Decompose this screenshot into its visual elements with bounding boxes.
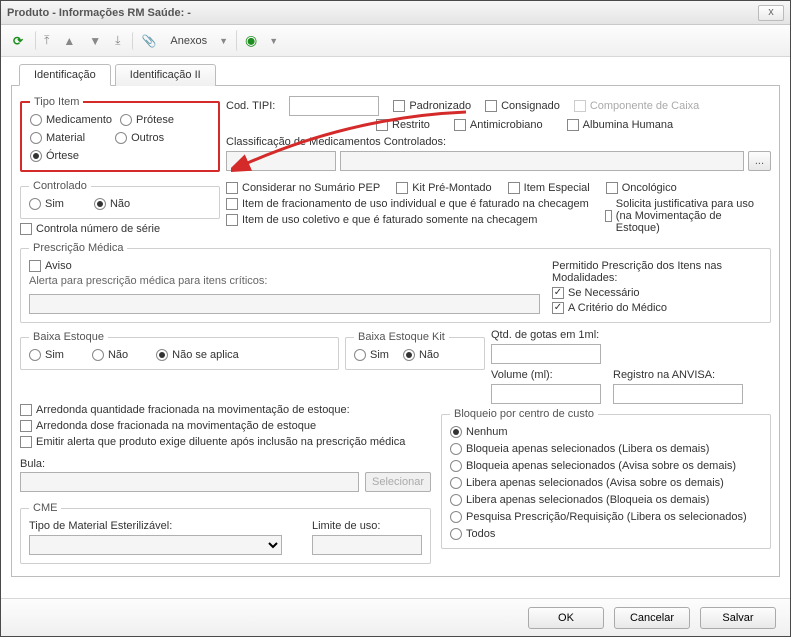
processes-dropdown-icon[interactable]: ▼ bbox=[269, 36, 278, 46]
check-aviso[interactable]: Aviso bbox=[29, 260, 540, 272]
input-gotas[interactable] bbox=[491, 344, 601, 364]
radio-baixa-sim[interactable]: Sim bbox=[29, 349, 64, 361]
check-kit-premontado[interactable]: Kit Pré-Montado bbox=[396, 182, 491, 194]
input-class-med-code[interactable] bbox=[226, 151, 336, 171]
check-coletivo[interactable]: Item de uso coletivo e que é faturado so… bbox=[226, 214, 589, 226]
label-permitido-modalidades: Permitido Prescrição dos Itens nas Modal… bbox=[552, 260, 762, 284]
window: Produto - Informações RM Saúde: - x ⟳ ⤒ … bbox=[0, 0, 791, 637]
legend-controlado: Controlado bbox=[29, 180, 91, 192]
radio-controlado-sim[interactable]: Sim bbox=[29, 198, 64, 210]
check-criterio-medico[interactable]: A Critério do Médico bbox=[552, 302, 762, 314]
input-limite-uso[interactable] bbox=[312, 535, 422, 555]
go-down-icon[interactable]: ▼ bbox=[85, 32, 105, 50]
label-alerta-criticos: Alerta para prescrição médica para itens… bbox=[29, 275, 540, 287]
label-class-med: Classificação de Medicamentos Controlado… bbox=[226, 136, 771, 148]
check-solicita-justificativa[interactable]: Solicita justificativa para uso (na Movi… bbox=[605, 198, 765, 234]
go-last-icon[interactable]: ⤓ bbox=[111, 31, 124, 50]
processes-icon[interactable]: ◉ bbox=[236, 30, 261, 51]
check-arredonda-qtd[interactable]: Arredonda quantidade fracionada na movim… bbox=[20, 404, 431, 416]
input-bula[interactable] bbox=[20, 472, 359, 492]
check-arredonda-dose[interactable]: Arredonda dose fracionada na movimentaçã… bbox=[20, 420, 431, 432]
group-controlado: Controlado Sim Não bbox=[20, 180, 220, 219]
legend-baixa-kit: Baixa Estoque Kit bbox=[354, 331, 449, 343]
radio-bloqueio-b3[interactable]: Libera apenas selecionados (Avisa sobre … bbox=[450, 477, 762, 489]
check-padronizado[interactable]: Padronizado bbox=[393, 100, 471, 112]
tabs: Identificação Identificação II bbox=[11, 63, 780, 86]
radio-bloqueio-b2[interactable]: Bloqueia apenas selecionados (Avisa sobr… bbox=[450, 460, 762, 472]
radio-controlado-nao[interactable]: Não bbox=[94, 198, 130, 210]
check-oncologico[interactable]: Oncológico bbox=[606, 182, 677, 194]
radio-medicamento[interactable]: Medicamento bbox=[30, 114, 112, 126]
cancelar-button[interactable]: Cancelar bbox=[614, 607, 690, 629]
close-icon[interactable]: x bbox=[758, 5, 784, 21]
radio-bloqueio-b1[interactable]: Bloqueia apenas selecionados (Libera os … bbox=[450, 443, 762, 455]
legend-tipo-item: Tipo Item bbox=[30, 96, 83, 108]
radio-baixa-kit-sim[interactable]: Sim bbox=[354, 349, 389, 361]
group-prescricao: Prescrição Médica Aviso Alerta para pres… bbox=[20, 242, 771, 323]
footer: OK Cancelar Salvar bbox=[1, 598, 790, 636]
tab-identificacao2[interactable]: Identificação II bbox=[115, 64, 216, 86]
label-cod-tipi: Cod. TIPI: bbox=[226, 100, 275, 112]
check-consignado[interactable]: Consignado bbox=[485, 100, 560, 112]
go-up-icon[interactable]: ▲ bbox=[59, 32, 79, 50]
check-componente-caixa: Componente de Caixa bbox=[574, 100, 699, 112]
input-alerta-criticos[interactable] bbox=[29, 294, 540, 314]
input-anvisa[interactable] bbox=[613, 384, 743, 404]
radio-protese[interactable]: Prótese bbox=[120, 114, 174, 126]
input-class-med-desc[interactable] bbox=[340, 151, 744, 171]
salvar-button[interactable]: Salvar bbox=[700, 607, 776, 629]
radio-ortese[interactable]: Órtese bbox=[30, 150, 79, 162]
go-first-icon[interactable]: ⤒ bbox=[35, 31, 53, 50]
label-volume: Volume (ml): bbox=[491, 369, 601, 381]
select-tipo-material[interactable] bbox=[29, 535, 282, 555]
check-antimicrobiano[interactable]: Antimicrobiano bbox=[454, 119, 543, 131]
refresh-icon[interactable]: ⟳ bbox=[9, 32, 27, 50]
window-title: Produto - Informações RM Saúde: - bbox=[7, 7, 191, 19]
anexos-button[interactable]: Anexos bbox=[166, 35, 211, 47]
check-item-especial[interactable]: Item Especial bbox=[508, 182, 590, 194]
radio-bloqueio-b5[interactable]: Pesquisa Prescrição/Requisição (Libera o… bbox=[450, 511, 762, 523]
check-restrito[interactable]: Restrito bbox=[376, 119, 430, 131]
tab-identificacao[interactable]: Identificação bbox=[19, 64, 111, 86]
check-fracionamento[interactable]: Item de fracionamento de uso individual … bbox=[226, 198, 589, 210]
titlebar: Produto - Informações RM Saúde: - x bbox=[1, 1, 790, 25]
check-emitir-alerta-diluente[interactable]: Emitir alerta que produto exige diluente… bbox=[20, 436, 431, 448]
check-sumario-pep[interactable]: Considerar no Sumário PEP bbox=[226, 182, 380, 194]
label-tipo-material: Tipo de Material Esterilizável: bbox=[29, 520, 282, 532]
legend-baixa-estoque: Baixa Estoque bbox=[29, 331, 108, 343]
lookup-class-med-button[interactable]: ... bbox=[748, 151, 771, 171]
content: Identificação Identificação II Tipo Item… bbox=[1, 57, 790, 598]
label-gotas: Qtd. de gotas em 1ml: bbox=[491, 329, 771, 341]
group-baixa-estoque: Baixa Estoque Sim Não Não se aplica bbox=[20, 331, 339, 370]
group-cme: CME Tipo de Material Esterilizável: Limi… bbox=[20, 502, 431, 564]
radio-bloqueio-todos[interactable]: Todos bbox=[450, 528, 762, 540]
input-cod-tipi[interactable] bbox=[289, 96, 379, 116]
check-albumina[interactable]: Albumina Humana bbox=[567, 119, 674, 131]
ok-button[interactable]: OK bbox=[528, 607, 604, 629]
label-limite-uso: Limite de uso: bbox=[312, 520, 422, 532]
legend-bloqueio: Bloqueio por centro de custo bbox=[450, 408, 598, 420]
check-se-necessario[interactable]: Se Necessário bbox=[552, 287, 762, 299]
tab-panel: Tipo Item Medicamento Prótese Material O… bbox=[11, 86, 780, 577]
label-bula: Bula: bbox=[20, 458, 45, 470]
selecionar-bula-button: Selecionar bbox=[365, 472, 431, 492]
group-bloqueio: Bloqueio por centro de custo Nenhum Bloq… bbox=[441, 408, 771, 549]
legend-prescricao: Prescrição Médica bbox=[29, 242, 127, 254]
radio-material[interactable]: Material bbox=[30, 132, 85, 144]
radio-bloqueio-b4[interactable]: Libera apenas selecionados (Bloqueia os … bbox=[450, 494, 762, 506]
legend-cme: CME bbox=[29, 502, 61, 514]
input-volume[interactable] bbox=[491, 384, 601, 404]
radio-baixa-nao[interactable]: Não bbox=[92, 349, 128, 361]
radio-baixa-kit-nao[interactable]: Não bbox=[403, 349, 439, 361]
check-controla-serie[interactable]: Controla número de série bbox=[20, 223, 160, 235]
attach-icon[interactable]: 📎 bbox=[132, 32, 160, 50]
radio-baixa-na[interactable]: Não se aplica bbox=[156, 349, 239, 361]
radio-outros[interactable]: Outros bbox=[115, 132, 164, 144]
label-anvisa: Registro na ANVISA: bbox=[613, 369, 743, 381]
toolbar: ⟳ ⤒ ▲ ▼ ⤓ 📎 Anexos ▼ ◉ ▼ bbox=[1, 25, 790, 57]
anexos-dropdown-icon[interactable]: ▼ bbox=[219, 36, 228, 46]
group-tipo-item: Tipo Item Medicamento Prótese Material O… bbox=[20, 96, 220, 172]
group-baixa-estoque-kit: Baixa Estoque Kit Sim Não bbox=[345, 331, 485, 370]
radio-bloqueio-nenhum[interactable]: Nenhum bbox=[450, 426, 762, 438]
